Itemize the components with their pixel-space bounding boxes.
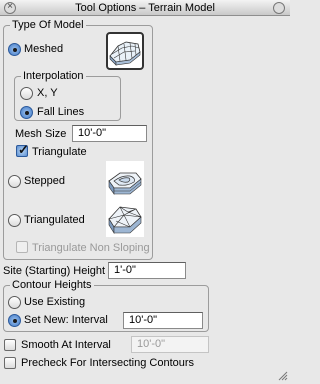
precheck-checkbox[interactable] (4, 357, 16, 369)
site-height-field[interactable]: 1'-0" (108, 262, 186, 279)
collapse-button[interactable] (273, 2, 285, 14)
triangulated-label[interactable]: Triangulated (24, 214, 85, 227)
fall-lines-radio[interactable] (20, 106, 33, 119)
stepped-terrain-icon[interactable] (106, 161, 144, 199)
mesh-size-field[interactable]: 10'-0" (72, 125, 147, 142)
xy-label[interactable]: X, Y (37, 87, 58, 100)
window-title: Tool Options – Terrain Model (75, 2, 215, 14)
site-height-label: Site (Starting) Height (3, 265, 106, 277)
contour-heights-title: Contour Heights (10, 279, 94, 291)
xy-radio[interactable] (20, 87, 33, 100)
meshed-terrain-icon[interactable] (106, 32, 144, 70)
interpolation-title: Interpolation (21, 70, 86, 82)
use-existing-label[interactable]: Use Existing (24, 296, 85, 309)
stepped-label[interactable]: Stepped (24, 175, 65, 188)
smooth-checkbox[interactable] (4, 339, 16, 351)
use-existing-radio[interactable] (8, 296, 21, 309)
triangulate-label[interactable]: Triangulate (32, 146, 87, 159)
triangulated-terrain-icon[interactable] (106, 199, 144, 237)
precheck-label[interactable]: Precheck For Intersecting Contours (21, 357, 194, 370)
triangulated-radio[interactable] (8, 214, 21, 227)
stepped-radio[interactable] (8, 175, 21, 188)
type-of-model-title: Type Of Model (10, 19, 86, 31)
meshed-radio[interactable] (8, 43, 21, 56)
set-new-radio[interactable] (8, 314, 21, 327)
triangulate-checkbox[interactable]: ✓ (16, 142, 29, 157)
smooth-label[interactable]: Smooth At Interval (21, 339, 111, 352)
set-new-label[interactable]: Set New: Interval (24, 314, 108, 327)
fall-lines-label[interactable]: Fall Lines (37, 106, 84, 119)
meshed-label[interactable]: Meshed (24, 43, 63, 56)
title-bar: × Tool Options – Terrain Model (0, 0, 290, 16)
resize-grip-icon[interactable] (276, 369, 288, 381)
triangulate-non-sloping-label[interactable]: Triangulate Non Sloping (32, 242, 150, 255)
smooth-interval-field[interactable]: 10'-0" (131, 336, 209, 353)
triangulate-non-sloping-checkbox[interactable] (16, 241, 28, 253)
mesh-size-label: Mesh Size (15, 128, 67, 140)
set-new-interval-field[interactable]: 10'-0" (123, 312, 203, 329)
